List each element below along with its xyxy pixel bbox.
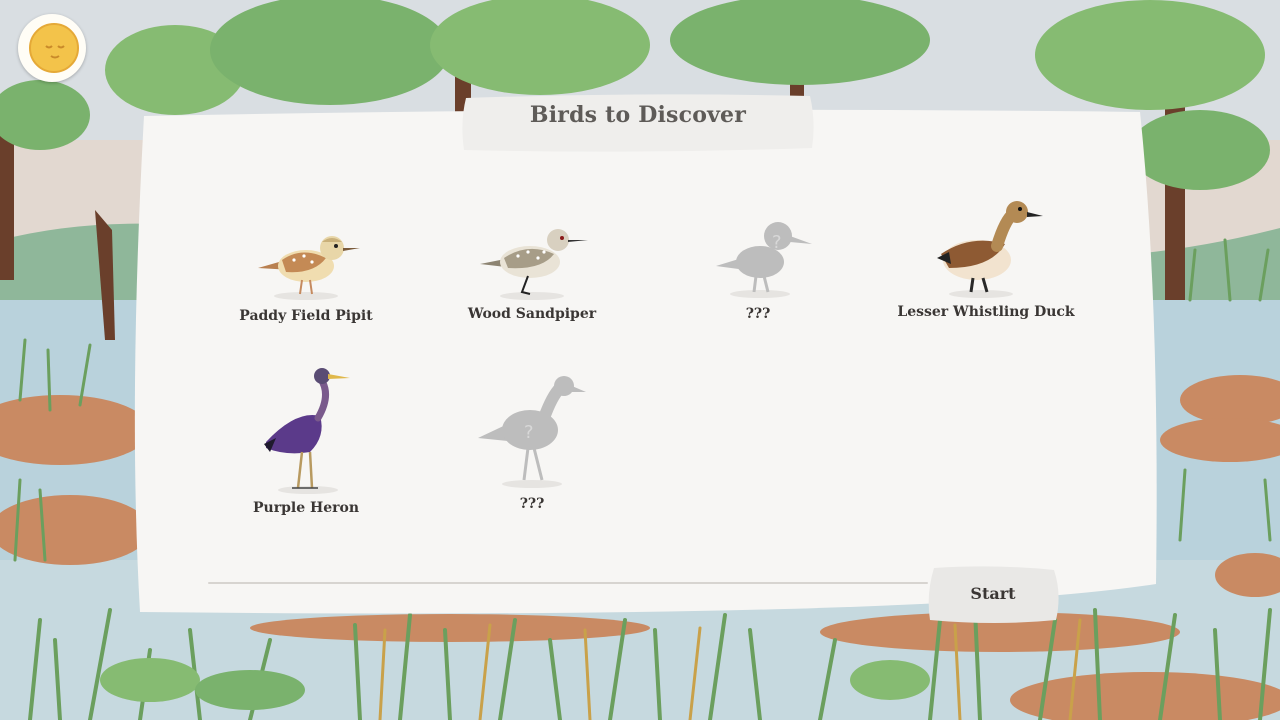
bird-name: ??? — [519, 496, 545, 512]
bird-name: Purple Heron — [253, 500, 359, 516]
bird-name: Wood Sandpiper — [467, 306, 597, 322]
bird-name: Paddy Field Pipit — [239, 308, 373, 324]
purple-heron-icon — [264, 368, 350, 494]
bird-card-lesser-whistling-duck[interactable]: Lesser Whistling Duck — [886, 190, 1086, 322]
panel-title: Birds to Discover — [529, 102, 747, 128]
bird-card-wood-sandpiper[interactable]: Wood Sandpiper — [432, 206, 632, 324]
day-night-toggle-button[interactable] — [18, 14, 86, 82]
bird-card-purple-heron[interactable]: Purple Heron — [206, 360, 406, 518]
lesser-whistling-duck-icon — [937, 201, 1043, 298]
bird-card-unknown[interactable]: ? ??? — [658, 208, 858, 324]
bird-card-paddy-field-pipit[interactable]: Paddy Field Pipit — [206, 208, 406, 326]
title-tab: Birds to Discover — [460, 92, 816, 154]
question-mark-icon: ? — [524, 422, 534, 443]
paddy-field-pipit-icon — [258, 236, 360, 300]
unknown-bird-silhouette: ? — [716, 222, 812, 298]
question-mark-icon: ? — [772, 232, 782, 253]
bird-name: Lesser Whistling Duck — [897, 304, 1075, 320]
unknown-bird-silhouette: ? — [478, 376, 586, 488]
sun-moon-icon — [29, 23, 79, 73]
bird-card-unknown[interactable]: ? ??? — [432, 372, 632, 514]
birds-to-discover-panel: Birds to Discover Paddy Field Pipit Wood… — [120, 94, 1162, 624]
start-label: Start — [970, 584, 1016, 603]
bird-name: ??? — [745, 306, 771, 322]
panel-divider — [208, 582, 928, 584]
start-button[interactable]: Start — [926, 564, 1060, 624]
wood-sandpiper-icon — [480, 229, 588, 300]
